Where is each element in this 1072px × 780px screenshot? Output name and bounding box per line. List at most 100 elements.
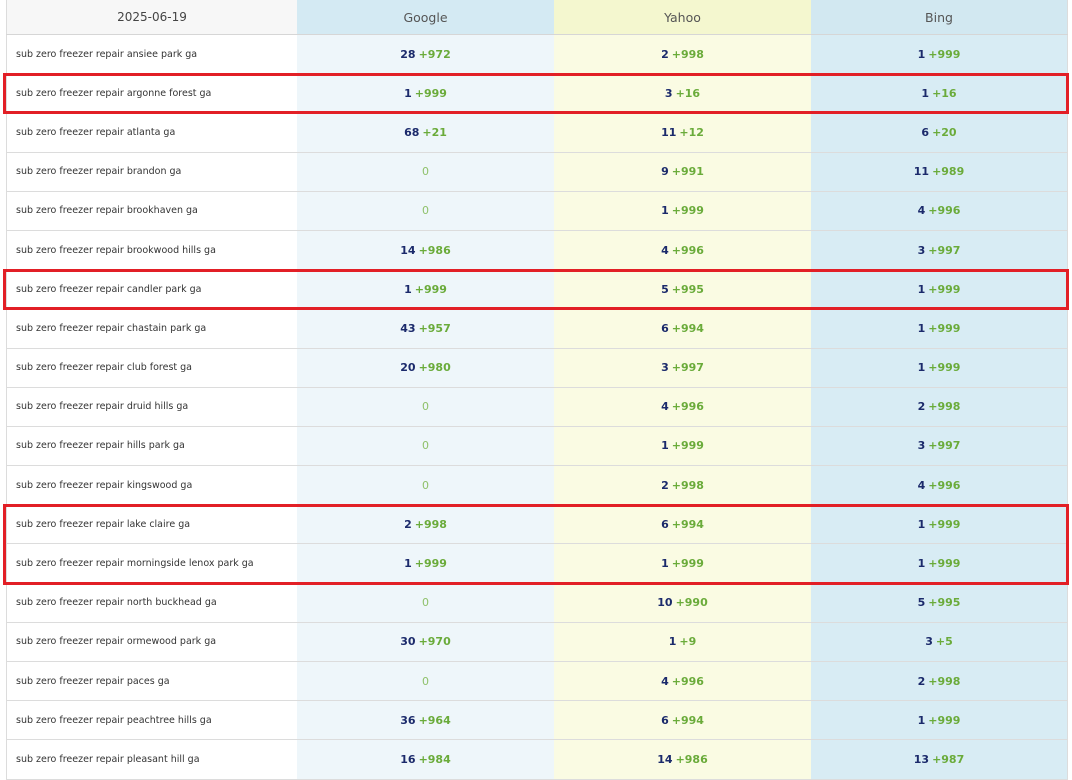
rank-change: +9 bbox=[679, 635, 697, 649]
yahoo-rank-cell: 10 +990 bbox=[554, 583, 811, 622]
rank-change: +996 bbox=[671, 674, 704, 688]
rank-change: +16 bbox=[932, 86, 957, 100]
rank-value: 4 bbox=[661, 400, 669, 414]
yahoo-rank-cell: 4 +996 bbox=[554, 387, 811, 426]
bing-rank-cell: 1 +999 bbox=[811, 348, 1068, 387]
rank-value: 6 bbox=[921, 125, 930, 139]
rank-value: 1 bbox=[917, 47, 926, 61]
rank-value: 1 bbox=[917, 517, 926, 531]
keyword-cell: sub zero freezer repair druid hills ga bbox=[6, 387, 297, 426]
rank-change: +998 bbox=[671, 478, 704, 492]
google-rank-cell: 68 +21 bbox=[297, 113, 554, 152]
rank-value: 11 bbox=[661, 125, 677, 139]
rank-value: 20 bbox=[400, 361, 416, 375]
google-rank-cell: 1 +999 bbox=[297, 74, 554, 113]
google-rank-cell: 0 bbox=[297, 583, 554, 622]
google-rank-cell: 30 +970 bbox=[297, 622, 554, 661]
keyword-cell: sub zero freezer repair brookwood hills … bbox=[6, 230, 297, 270]
rank-value: 1 bbox=[404, 86, 412, 100]
rank-change: +986 bbox=[418, 243, 451, 257]
rank-change: +990 bbox=[675, 596, 708, 610]
yahoo-rank-cell: 14 +986 bbox=[554, 740, 811, 779]
google-rank-cell: 0 bbox=[297, 426, 554, 466]
rank-change: +999 bbox=[671, 557, 704, 571]
google-column-header: Google bbox=[297, 0, 554, 34]
rank-value: 1 bbox=[917, 282, 926, 296]
rank-change: +964 bbox=[418, 713, 451, 727]
bing-rank-cell: 3 +5 bbox=[811, 622, 1068, 661]
rank-change: +999 bbox=[671, 204, 704, 218]
no-rank-value: 0 bbox=[422, 674, 429, 688]
yahoo-rank-cell: 1 +9 bbox=[554, 622, 811, 661]
rank-change: +997 bbox=[671, 361, 704, 375]
google-rank-cell: 0 bbox=[297, 152, 554, 191]
rank-value: 2 bbox=[917, 400, 926, 414]
rank-change: +5 bbox=[935, 635, 953, 649]
rank-value: 6 bbox=[661, 713, 669, 727]
rankings-table: 2025-06-19 Google Yahoo Bing sub zero fr… bbox=[6, 0, 1068, 780]
rank-change: +994 bbox=[671, 517, 704, 531]
no-rank-value: 0 bbox=[422, 478, 429, 492]
yahoo-rank-cell: 9 +991 bbox=[554, 152, 811, 191]
google-rank-cell: 14 +986 bbox=[297, 230, 554, 270]
rank-change: +999 bbox=[928, 361, 961, 375]
yahoo-column-header: Yahoo bbox=[554, 0, 811, 34]
yahoo-rank-cell: 1 +999 bbox=[554, 191, 811, 230]
rank-change: +999 bbox=[414, 282, 447, 296]
no-rank-value: 0 bbox=[422, 439, 429, 453]
table-body: sub zero freezer repair ansiee park ga 28… bbox=[6, 35, 1068, 780]
table-row: sub zero freezer repair brookwood hills … bbox=[6, 230, 1068, 271]
table-row: sub zero freezer repair ormewood park ga… bbox=[6, 622, 1068, 662]
rank-change: +999 bbox=[414, 86, 447, 100]
rank-change: +998 bbox=[928, 674, 961, 688]
keyword-cell: sub zero freezer repair brandon ga bbox=[6, 152, 297, 191]
google-rank-cell: 20 +980 bbox=[297, 348, 554, 387]
google-rank-cell: 28 +972 bbox=[297, 35, 554, 74]
rank-change: +980 bbox=[418, 361, 451, 375]
rank-change: +999 bbox=[928, 47, 961, 61]
rank-value: 68 bbox=[404, 125, 420, 139]
bing-rank-cell: 3 +997 bbox=[811, 426, 1068, 466]
rank-change: +12 bbox=[679, 125, 704, 139]
rank-value: 4 bbox=[661, 674, 669, 688]
table-row: sub zero freezer repair druid hills ga 0 4… bbox=[6, 387, 1068, 427]
no-rank-value: 0 bbox=[422, 596, 429, 610]
google-rank-cell: 0 bbox=[297, 191, 554, 230]
rank-change: +999 bbox=[928, 321, 961, 335]
rank-change: +996 bbox=[928, 478, 961, 492]
rank-value: 14 bbox=[657, 752, 673, 766]
table-row: sub zero freezer repair lake claire ga 2 +… bbox=[6, 505, 1068, 545]
date-header: 2025-06-19 bbox=[6, 0, 297, 34]
rank-change: +999 bbox=[414, 557, 447, 571]
no-rank-value: 0 bbox=[422, 204, 429, 218]
rank-value: 13 bbox=[913, 752, 930, 766]
rank-change: +16 bbox=[675, 86, 701, 100]
table-row: sub zero freezer repair north buckhead g… bbox=[6, 583, 1068, 623]
keyword-cell: sub zero freezer repair atlanta ga bbox=[6, 113, 297, 152]
rank-change: +999 bbox=[928, 713, 961, 727]
rank-value: 3 bbox=[917, 243, 926, 257]
rank-value: 4 bbox=[661, 243, 669, 257]
rank-value: 1 bbox=[661, 204, 669, 218]
rank-value: 43 bbox=[400, 321, 416, 335]
table-header: 2025-06-19 Google Yahoo Bing bbox=[6, 0, 1068, 35]
rank-value: 2 bbox=[661, 47, 669, 61]
rank-value: 16 bbox=[400, 752, 416, 766]
rank-change: +995 bbox=[928, 596, 961, 610]
keyword-cell: sub zero freezer repair paces ga bbox=[6, 662, 297, 701]
google-rank-cell: 2 +998 bbox=[297, 505, 554, 544]
keyword-cell: sub zero freezer repair club forest ga bbox=[6, 348, 297, 387]
rank-value: 11 bbox=[913, 165, 930, 179]
rank-value: 6 bbox=[661, 517, 669, 531]
keyword-cell: sub zero freezer repair ormewood park ga bbox=[6, 622, 297, 661]
google-rank-cell: 36 +964 bbox=[297, 701, 554, 740]
rank-change: +996 bbox=[928, 204, 961, 218]
yahoo-rank-cell: 3 +997 bbox=[554, 348, 811, 387]
keyword-cell: sub zero freezer repair peachtree hills … bbox=[6, 701, 297, 740]
rank-value: 30 bbox=[400, 635, 416, 649]
google-rank-cell: 16 +984 bbox=[297, 740, 554, 779]
rank-change: +970 bbox=[418, 635, 451, 649]
table-row: sub zero freezer repair brandon ga 0 9 +991… bbox=[6, 152, 1068, 192]
rank-change: +987 bbox=[932, 752, 965, 766]
rank-change: +957 bbox=[418, 321, 451, 335]
